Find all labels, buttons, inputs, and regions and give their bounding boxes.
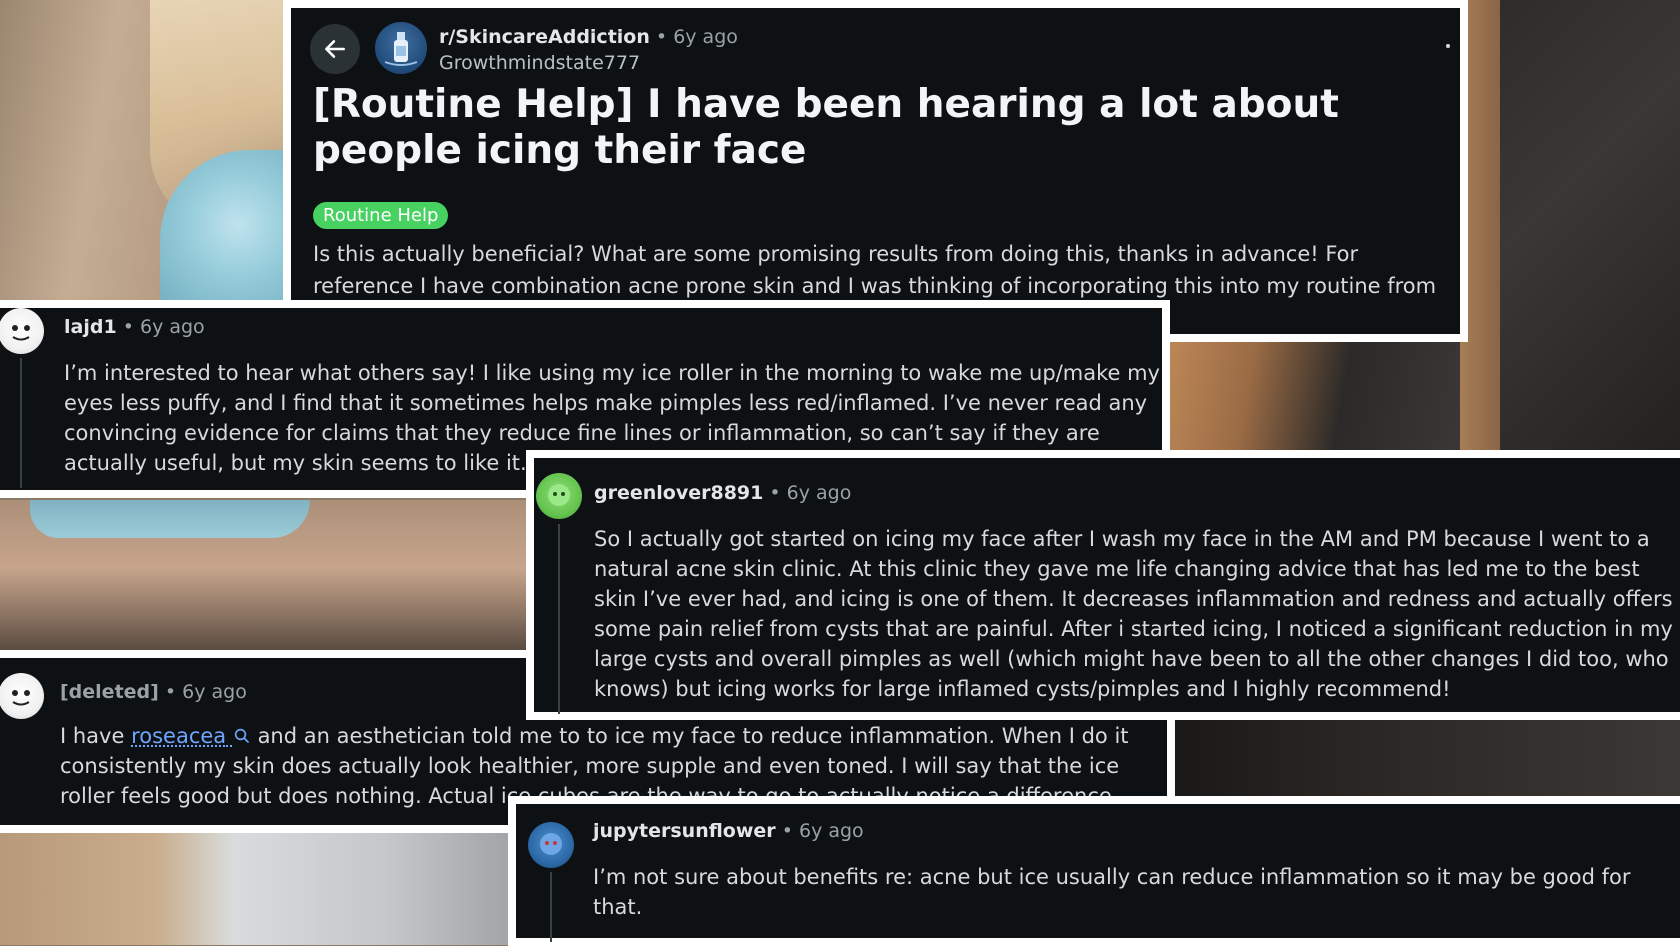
serum-bottle-icon	[375, 22, 427, 74]
meta-separator: •	[769, 482, 780, 504]
comment-username: [deleted]	[60, 681, 159, 703]
thread-line[interactable]	[558, 524, 560, 714]
post-card: r/SkincareAddiction • 6y ago Growthminds…	[283, 0, 1468, 342]
meta-separator: •	[165, 681, 176, 703]
snoo-avatar-icon	[528, 822, 574, 868]
more-options-icon[interactable]	[1446, 44, 1450, 48]
background-photo-neck	[1160, 340, 1460, 460]
thread-line[interactable]	[20, 358, 22, 488]
comment-meta: [deleted] • 6y ago	[60, 681, 247, 703]
comment-username[interactable]: lajd1	[64, 316, 117, 338]
user-avatar[interactable]	[536, 473, 582, 519]
post-flair[interactable]: Routine Help	[313, 202, 448, 229]
subreddit-avatar[interactable]	[375, 22, 427, 74]
background-photo-bowl	[0, 820, 520, 945]
comment-body: I’m not sure about benefits re: acne but…	[593, 862, 1673, 922]
post-age: 6y ago	[673, 26, 738, 48]
post-meta: r/SkincareAddiction • 6y ago	[439, 26, 738, 48]
comment-card: greenlover8891 • 6y ago So I actually go…	[526, 450, 1680, 720]
comment-body: So I actually got started on icing my fa…	[594, 524, 1680, 704]
snoo-avatar-icon	[536, 473, 582, 519]
subreddit-name[interactable]: r/SkincareAddiction	[439, 26, 650, 48]
background-photo-face	[0, 500, 540, 650]
meta-separator: •	[656, 26, 667, 48]
snoo-avatar-icon	[0, 308, 44, 354]
meta-separator: •	[123, 316, 134, 338]
back-button[interactable]	[310, 24, 360, 74]
comment-meta: jupytersunflower • 6y ago	[593, 820, 864, 842]
post-author[interactable]: Growthmindstate777	[439, 52, 640, 74]
background-photo-hair	[0, 0, 290, 300]
user-avatar[interactable]	[0, 673, 44, 719]
search-link-label: roseacea	[131, 724, 226, 748]
search-link[interactable]: roseacea	[131, 724, 251, 748]
comment-age: 6y ago	[182, 681, 247, 703]
user-avatar[interactable]	[0, 308, 44, 354]
comment-username[interactable]: jupytersunflower	[593, 820, 776, 842]
comment-age: 6y ago	[799, 820, 864, 842]
comment-username[interactable]: greenlover8891	[594, 482, 763, 504]
comment-text-before-link: I have	[60, 724, 124, 748]
background-photo-dark	[1160, 710, 1680, 800]
meta-separator: •	[782, 820, 793, 842]
comment-age: 6y ago	[787, 482, 852, 504]
arrow-left-icon	[322, 36, 348, 62]
comment-meta: lajd1 • 6y ago	[64, 316, 205, 338]
cloth-region	[30, 500, 310, 538]
background-photo-jacket	[1440, 0, 1680, 460]
user-avatar[interactable]	[528, 822, 574, 868]
snoo-avatar-icon	[0, 673, 44, 719]
post-title: [Routine Help] I have been hearing a lot…	[313, 82, 1453, 174]
comment-age: 6y ago	[140, 316, 205, 338]
comment-meta: greenlover8891 • 6y ago	[594, 482, 851, 504]
comment-card: jupytersunflower • 6y ago I’m not sure a…	[508, 796, 1680, 946]
search-icon	[233, 727, 251, 745]
thread-line[interactable]	[550, 872, 552, 942]
